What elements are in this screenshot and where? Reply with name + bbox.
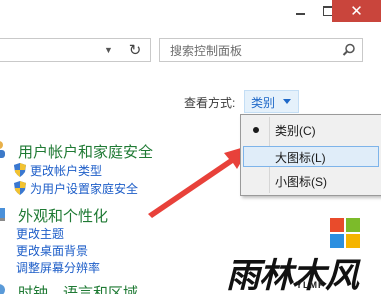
link-family-safety[interactable]: 为用户设置家庭安全 [30,180,138,197]
category-title-appearance[interactable]: 外观和个性化 [18,205,108,226]
watermark-logo-icon [330,218,360,248]
watermark-text: 雨林木风 [226,256,359,294]
link-change-theme[interactable]: 更改主题 [16,225,64,242]
user-accounts-icon [0,141,5,158]
search-placeholder: 搜索控制面板 [170,44,243,58]
link-adjust-resolution[interactable]: 调整屏幕分辨率 [16,259,100,276]
refresh-button[interactable]: ↻ [125,40,145,60]
view-by-menu: 类别(C) 大图标(L) 小图标(S) [240,114,381,196]
link-change-desktop-background[interactable]: 更改桌面背景 [16,242,88,259]
link-change-account-type[interactable]: 更改帐户类型 [30,162,102,179]
view-by-value: 类别 [251,96,276,110]
clock-icon [0,284,5,294]
control-panel-window: ✕ ▼ ↻ 搜索控制面板 查看方式: 类别 用户帐户和家庭安全 更改帐户类型 为… [0,0,381,294]
menu-item-label: 小图标(S) [275,175,327,189]
shield-icon [14,181,26,195]
view-by-dropdown[interactable]: 类别 [244,90,299,113]
view-by-label: 查看方式: [184,96,236,110]
menu-item-large-icons[interactable]: 大图标(L) [243,146,379,167]
category-title-user-accounts[interactable]: 用户帐户和家庭安全 [18,141,153,162]
selected-bullet-icon [253,127,259,133]
minimize-button[interactable] [286,0,314,22]
appearance-icon [0,208,5,221]
minimize-icon [295,13,305,15]
search-input[interactable]: 搜索控制面板 [159,38,363,62]
watermark-subtext: YLMF [296,280,325,290]
category-title-clock-language[interactable]: 时钟、语言和区域 [18,282,138,294]
refresh-icon: ↻ [128,41,142,59]
chevron-down-icon [283,99,291,104]
address-dropdown-icon[interactable]: ▼ [104,45,113,55]
menu-item-label: 类别(C) [275,124,316,138]
shield-icon [14,163,26,177]
close-button[interactable]: ✕ [332,0,381,22]
menu-item-small-icons[interactable]: 小图标(S) [243,170,379,191]
menu-item-category[interactable]: 类别(C) [243,119,379,140]
search-icon[interactable] [342,43,356,57]
close-icon: ✕ [350,2,363,20]
menu-item-label: 大图标(L) [275,151,326,165]
